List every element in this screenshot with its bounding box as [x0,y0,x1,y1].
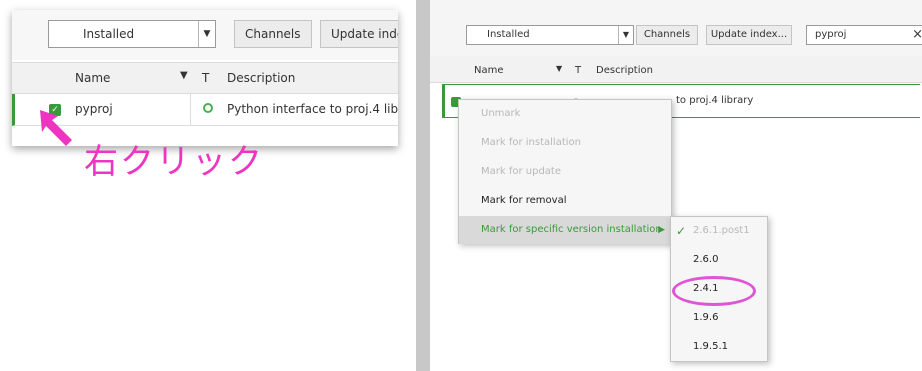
menu-item-mark-for-specific-version[interactable]: Mark for specific version installation ▶ [459,216,671,244]
package-table-header: Name ▼ T Description [12,62,398,94]
version-item[interactable]: ✓ 2.6.1.post1 [671,217,767,245]
menu-item-unmark[interactable]: Unmark [459,100,671,128]
package-description: Python interface to proj.4 librar [227,102,398,116]
menu-item-label: Mark for specific version installation [481,224,662,235]
chevron-down-icon[interactable]: ▼ [618,26,633,44]
window-edge [416,0,430,371]
update-index-button[interactable]: Update index... [706,25,792,45]
column-divider [190,94,191,126]
chevron-down-icon[interactable]: ▼ [180,70,188,81]
context-menu: Unmark Mark for installation Mark for up… [458,99,672,244]
toolbar: Installed ▼ Channels Update index... pyp… [430,0,922,56]
filter-select-value: Installed [83,27,135,41]
channels-button[interactable]: Channels [636,25,698,45]
filter-select-value: Installed [487,29,530,40]
chevron-down-icon[interactable]: ▼ [198,21,215,47]
environment-filter-select[interactable]: Installed ▼ [466,25,634,45]
column-header-type[interactable]: T [575,65,581,76]
search-value: pyproj [815,29,847,40]
package-table-header: Name ▼ T Description [430,60,922,83]
column-header-description[interactable]: Description [596,65,653,76]
version-item[interactable]: 1.9.6 [671,304,767,332]
highlight-circle [672,276,756,306]
clear-icon[interactable]: × [912,27,922,42]
update-index-button[interactable]: Update inde [320,20,398,48]
version-item[interactable]: 1.9.5.1 [671,333,767,361]
column-header-name[interactable]: Name [75,71,110,85]
checkmark-icon: ✓ [676,224,687,238]
channels-button[interactable]: Channels [234,20,312,48]
search-input[interactable]: pyproj × [806,25,922,45]
column-header-description[interactable]: Description [227,71,295,85]
package-description: to proj.4 library [676,95,754,106]
column-header-type[interactable]: T [202,71,209,85]
toolbar: Installed ▼ Channels Update inde [12,10,398,60]
update-status-icon [203,103,213,113]
environment-filter-select[interactable]: Installed ▼ [48,20,216,48]
menu-item-mark-for-removal[interactable]: Mark for removal [459,187,671,215]
menu-item-mark-for-installation[interactable]: Mark for installation [459,129,671,157]
chevron-down-icon[interactable]: ▼ [556,64,562,73]
menu-item-mark-for-update[interactable]: Mark for update [459,158,671,186]
annotation-label: 右クリック [84,142,264,182]
column-header-name[interactable]: Name [474,65,504,76]
submenu-arrow-icon: ▶ [658,225,665,235]
version-label: 2.6.1.post1 [693,225,750,236]
version-item[interactable]: 2.6.0 [671,246,767,274]
pointer-arrow-icon [40,110,72,146]
